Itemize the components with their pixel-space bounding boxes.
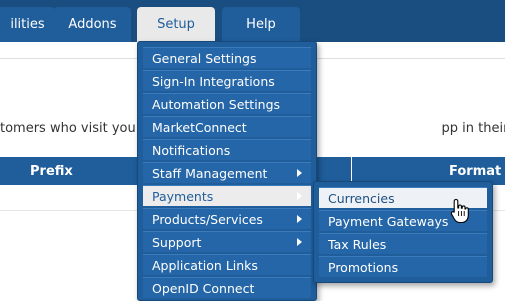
tab-utilities[interactable]: ilities: [0, 7, 55, 42]
menu-item-automation-settings[interactable]: Automation Settings: [143, 93, 311, 114]
menu-item-staff-management[interactable]: Staff Management: [143, 162, 311, 183]
chevron-right-icon: [297, 192, 302, 200]
column-prefix[interactable]: Prefix: [30, 157, 73, 185]
tab-addons-label: Addons: [68, 17, 117, 32]
menu-item-label: Sign-In Integrations: [152, 73, 275, 89]
tab-utilities-label: ilities: [10, 17, 45, 32]
chevron-right-icon: [297, 215, 302, 223]
top-navbar: ilities Addons Setup Help: [0, 0, 505, 42]
menu-item-label: Support: [152, 234, 202, 250]
menu-item-openid-connect[interactable]: OpenID Connect: [143, 277, 311, 298]
tab-help-label: Help: [246, 17, 276, 32]
menu-item-notifications[interactable]: Notifications: [143, 139, 311, 160]
submenu-item-label: Tax Rules: [328, 236, 387, 252]
tab-setup-label: Setup: [157, 17, 195, 32]
menu-item-general-settings[interactable]: General Settings: [143, 47, 311, 68]
hand-pointer-icon: [450, 198, 469, 224]
submenu-item-label: Currencies: [328, 190, 395, 206]
chevron-right-icon: [297, 238, 302, 246]
menu-item-label: Staff Management: [152, 165, 268, 181]
setup-dropdown-menu: General Settings Sign-In Integrations Au…: [137, 41, 317, 301]
menu-item-marketconnect[interactable]: MarketConnect: [143, 116, 311, 137]
menu-item-payments[interactable]: Payments: [143, 185, 311, 206]
tab-setup[interactable]: Setup: [137, 7, 215, 42]
payments-submenu: Currencies Payment Gateways Tax Rules Pr…: [313, 181, 493, 283]
menu-item-label: OpenID Connect: [152, 280, 255, 296]
menu-item-support[interactable]: Support: [143, 231, 311, 252]
menu-item-products-services[interactable]: Products/Services: [143, 208, 311, 229]
tab-help[interactable]: Help: [222, 7, 300, 42]
menu-item-sign-in-integrations[interactable]: Sign-In Integrations: [143, 70, 311, 91]
menu-item-label: MarketConnect: [152, 119, 247, 135]
chevron-right-icon: [297, 169, 302, 177]
menu-item-application-links[interactable]: Application Links: [143, 254, 311, 275]
menu-item-label: Notifications: [152, 142, 231, 158]
menu-item-label: Products/Services: [152, 211, 263, 227]
menu-item-label: Payments: [152, 188, 214, 204]
submenu-item-label: Promotions: [328, 259, 399, 275]
menu-item-label: General Settings: [152, 50, 257, 66]
menu-item-label: Automation Settings: [152, 96, 281, 112]
submenu-item-label: Payment Gateways: [328, 213, 449, 229]
submenu-item-tax-rules[interactable]: Tax Rules: [319, 233, 487, 254]
submenu-item-promotions[interactable]: Promotions: [319, 256, 487, 277]
menu-item-label: Application Links: [152, 257, 258, 273]
tab-addons[interactable]: Addons: [54, 7, 131, 42]
